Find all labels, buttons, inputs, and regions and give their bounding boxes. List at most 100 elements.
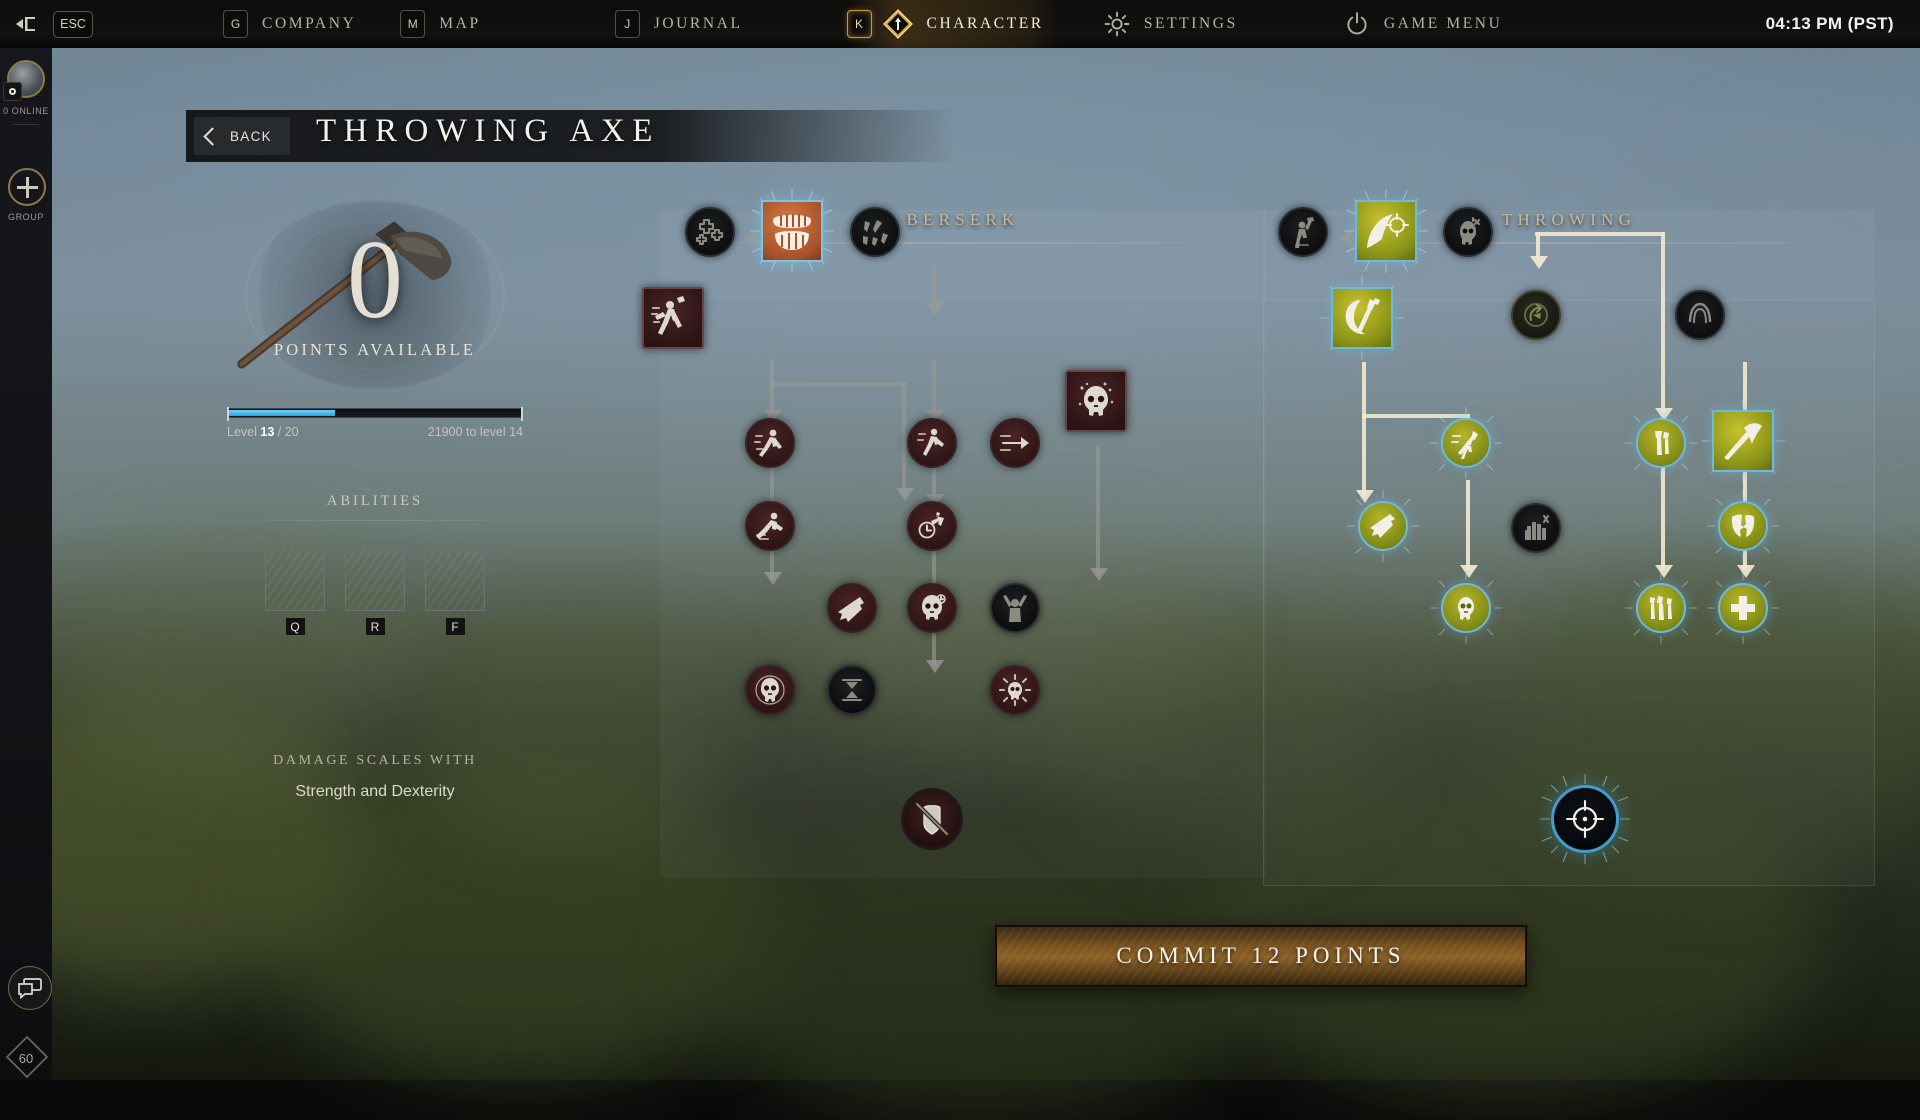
node-throwing-recall[interactable] [1511, 290, 1561, 340]
node-throwing-mighty-throw[interactable] [1712, 410, 1774, 472]
three-axes-icon [1636, 583, 1686, 633]
node-berserk-clock[interactable] [907, 501, 957, 551]
node-berserk-activate[interactable] [761, 200, 823, 262]
commit-points-button[interactable]: COMMIT 12 POINTS [995, 925, 1527, 987]
arrow-dash-icon [990, 418, 1040, 468]
points-available-value: 0 [190, 224, 560, 336]
skull-mark-icon [1443, 207, 1493, 257]
feather-strike-icon [827, 583, 877, 633]
commit-points-label: COMMIT 12 POINTS [1116, 943, 1405, 969]
ability-slot-q-box[interactable] [265, 549, 325, 611]
skull-target-icon [745, 665, 795, 715]
nav-item-company[interactable]: G COMPANY [223, 0, 356, 48]
node-berserk-blood-skull[interactable] [1065, 370, 1127, 432]
top-navigation-bar: ESC G COMPANY M MAP J JOURNAL K CHARACTE… [0, 0, 1920, 48]
crosshair-icon [1551, 785, 1619, 853]
avatar[interactable] [7, 60, 45, 98]
nav-label-game-menu: GAME MENU [1384, 15, 1503, 33]
connector [770, 360, 774, 416]
node-berserk-burst[interactable] [990, 665, 1040, 715]
connector-arrow [1737, 565, 1755, 578]
nav-item-settings[interactable]: SETTINGS [1104, 0, 1238, 48]
node-throwing-skull-mark[interactable] [1443, 207, 1493, 257]
nav-item-journal[interactable]: J JOURNAL [615, 0, 743, 48]
chat-button[interactable] [8, 966, 52, 1010]
node-throwing-ultimate[interactable] [1551, 785, 1619, 853]
nav-item-character[interactable]: K CHARACTER [847, 0, 1060, 48]
node-berserk-bleed[interactable] [827, 583, 877, 633]
ability-slot-q[interactable]: Q [265, 549, 325, 635]
single-axe-icon [1636, 418, 1686, 468]
connector-arrow [1460, 565, 1478, 578]
node-berserk-skull-timer[interactable] [907, 583, 957, 633]
points-available-label: POINTS AVAILABLE [190, 340, 560, 360]
node-berserk-sprint[interactable] [745, 418, 795, 468]
grip-hands-icon [1511, 503, 1561, 553]
nav-key-character: K [847, 10, 872, 38]
nav-label-company: COMPANY [262, 15, 356, 33]
connector [1743, 362, 1747, 416]
big-axe-icon [1712, 410, 1774, 472]
throwing-skill-tree: THROWING [1263, 250, 1875, 890]
connector [1535, 232, 1665, 236]
node-throwing-axe-throw[interactable] [1355, 200, 1417, 262]
node-throwing-heal[interactable] [1718, 583, 1768, 633]
node-throwing-double-axe[interactable] [1331, 287, 1393, 349]
node-throwing-headgear[interactable] [1675, 290, 1725, 340]
node-throwing-grip[interactable] [1511, 503, 1561, 553]
nav-item-map[interactable]: M MAP [400, 0, 480, 48]
node-berserk-lunge[interactable] [990, 418, 1040, 468]
berserk-tree-title: BERSERK [660, 210, 1266, 230]
connector [932, 265, 936, 307]
ability-slot-r-box[interactable] [345, 549, 405, 611]
gear-icon [1104, 11, 1130, 37]
ability-slot-r[interactable]: R [345, 549, 405, 635]
back-button-label: BACK [230, 129, 272, 144]
node-berserk-rage-plus[interactable] [685, 207, 735, 257]
node-throwing-feather[interactable] [1358, 501, 1408, 551]
node-berserk-hourglass[interactable] [827, 665, 877, 715]
twin-axes-icon [1331, 287, 1393, 349]
connector [770, 382, 906, 386]
node-berserk-fury-shards[interactable] [850, 207, 900, 257]
bleeding-skull-icon [1065, 370, 1127, 432]
damage-scales-label: DAMAGE SCALES WITH [190, 753, 560, 769]
node-berserk-raised-arms[interactable] [990, 583, 1040, 633]
xp-progress-fill [229, 410, 335, 416]
node-berserk-throw-attack[interactable] [642, 287, 704, 349]
damage-scaling-block: DAMAGE SCALES WITH Strength and Dexterit… [190, 753, 560, 801]
ability-slot-f[interactable]: F [425, 549, 485, 635]
connector-arrow [896, 488, 914, 501]
xp-to-next-level: 21900 to level 14 [428, 425, 523, 439]
abilities-row: Q R F [190, 549, 560, 635]
connector-arrow [1090, 568, 1108, 581]
connector [1362, 414, 1366, 496]
online-count-label: 0 ONLINE [0, 106, 52, 116]
node-throwing-shield-break[interactable] [1718, 501, 1768, 551]
node-berserk-ultimate[interactable] [901, 788, 963, 850]
node-throwing-strike-dash[interactable] [1441, 418, 1491, 468]
points-dial: 0 POINTS AVAILABLE [190, 200, 560, 390]
weapon-info-panel: 0 POINTS AVAILABLE Level 13 / 20 21900 t… [190, 200, 560, 801]
nav-item-game-menu[interactable]: GAME MENU [1344, 0, 1503, 48]
node-throwing-axe-upgrade[interactable] [1636, 418, 1686, 468]
status-badge [3, 82, 22, 101]
no-shield-icon [901, 788, 963, 850]
page-header: BACK THROWING AXE [186, 110, 956, 162]
node-berserk-charge[interactable] [907, 418, 957, 468]
ability-slot-f-box[interactable] [425, 549, 485, 611]
node-throwing-execute[interactable] [1441, 583, 1491, 633]
nav-key-journal: J [615, 10, 640, 38]
node-throwing-triple-axe[interactable] [1636, 583, 1686, 633]
escape-button[interactable]: ESC [14, 11, 93, 38]
back-button[interactable]: BACK [194, 117, 290, 155]
power-icon [1344, 11, 1370, 37]
add-group-button[interactable] [8, 168, 46, 206]
connector-arrow [1655, 565, 1673, 578]
connector-arrow [1339, 230, 1351, 246]
skull-target-icon [1441, 583, 1491, 633]
leaping-figure-icon [745, 501, 795, 551]
node-berserk-cooldown[interactable] [745, 501, 795, 551]
node-throwing-thrower[interactable] [1278, 207, 1328, 257]
node-berserk-execute[interactable] [745, 665, 795, 715]
